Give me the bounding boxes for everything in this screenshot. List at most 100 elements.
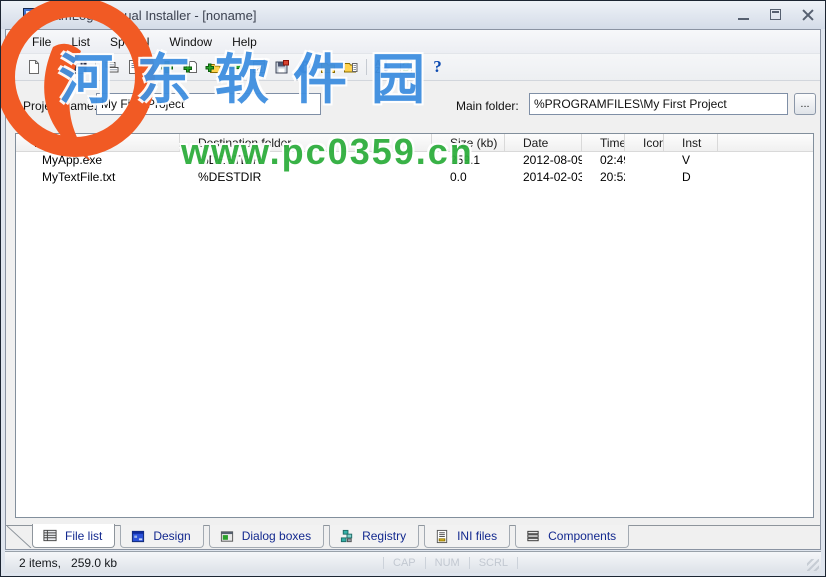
content-area: Project name: Main folder: ... Filename … [6, 81, 820, 525]
app-icon [23, 8, 38, 23]
resize-grip[interactable] [807, 559, 819, 571]
design-icon [130, 529, 146, 544]
scroll-lock-indicator: SCRL [469, 557, 518, 569]
open-project-icon [49, 59, 65, 75]
column-header-filename[interactable]: Filename [16, 134, 180, 151]
info-button[interactable] [293, 56, 316, 78]
project-name-label: Project name: [23, 99, 97, 113]
menu-special[interactable]: Special [100, 32, 159, 52]
tab-components[interactable]: Components [515, 525, 629, 548]
menu-window[interactable]: Window [159, 32, 222, 52]
toolbar-separator [421, 59, 422, 75]
folder-properties-icon [343, 59, 359, 75]
registry-icon [339, 529, 355, 544]
new-project-button[interactable] [22, 56, 45, 78]
tab-dialog-boxes[interactable]: Dialog boxes [209, 525, 324, 548]
folder-properties-button[interactable] [339, 56, 362, 78]
create-shortcut-button[interactable] [247, 56, 270, 78]
toolbar-separator [150, 59, 151, 75]
import-list-button[interactable] [123, 56, 146, 78]
status-bar: 2 items, 259.0 kb CAP NUM SCRL [5, 551, 821, 573]
main-folder-label: Main folder: [456, 99, 519, 113]
add-folder-button[interactable] [201, 56, 224, 78]
client-area: File List Special Window Help [5, 29, 821, 550]
column-header-icon[interactable]: Icon [625, 134, 664, 151]
cell-inst: D [664, 169, 718, 186]
window-title: SamLogic Visual Installer - [noname] [45, 8, 256, 23]
tab-ini-files[interactable]: INI files [424, 525, 510, 548]
column-header-time[interactable]: Time [582, 134, 625, 151]
column-header-inst[interactable]: Inst [664, 134, 718, 151]
file-list-icon [42, 528, 58, 543]
app-window: SamLogic Visual Installer - [noname] Fil… [0, 0, 826, 577]
tab-bar: File list Design Dialog boxes Registry I… [6, 525, 820, 549]
column-header-date[interactable]: Date [505, 134, 582, 151]
folder-icon [320, 59, 336, 75]
ini-files-icon [434, 529, 450, 544]
table-row[interactable]: MyTextFile.txt %DESTDIR 0.0 2014-02-03 2… [16, 169, 813, 186]
create-shortcut-icon [251, 59, 267, 75]
menu-file[interactable]: File [22, 32, 61, 52]
maximize-icon [770, 9, 781, 20]
tab-label: Registry [362, 529, 406, 543]
create-setup-button[interactable] [270, 56, 293, 78]
toolbar-separator [95, 59, 96, 75]
toolbar: AZ ? [6, 54, 820, 81]
table-header: Filename Destination folder Size (kb) Da… [16, 134, 813, 152]
add-button[interactable] [155, 56, 178, 78]
cell-size: 0.0 [432, 169, 505, 186]
browse-button[interactable]: ... [794, 93, 816, 115]
cell-date: 2014-02-03 [505, 169, 582, 186]
maximize-button[interactable] [767, 8, 785, 22]
cell-size: 259.1 [432, 152, 505, 169]
refresh-button[interactable] [394, 56, 417, 78]
caps-lock-indicator: CAP [383, 557, 425, 569]
help-button[interactable]: ? [426, 56, 449, 78]
cell-icon [625, 169, 664, 186]
table-row[interactable]: MyApp.exe %DESTDIR 259.1 2012-08-09 02:4… [16, 152, 813, 169]
menu-help[interactable]: Help [222, 32, 267, 52]
minimize-button[interactable] [735, 8, 753, 22]
open-project-button[interactable] [45, 56, 68, 78]
add-files-button[interactable] [178, 56, 201, 78]
remove-icon [228, 59, 244, 75]
column-header-spacer [718, 134, 813, 151]
tab-file-list[interactable]: File list [32, 524, 115, 548]
refresh-icon [398, 59, 414, 75]
file-list-table: Filename Destination folder Size (kb) Da… [15, 133, 814, 518]
menu-list[interactable]: List [61, 32, 100, 52]
num-lock-indicator: NUM [425, 557, 469, 569]
save-project-icon [72, 59, 88, 75]
tab-design[interactable]: Design [120, 525, 203, 548]
sort-az-icon: AZ [375, 60, 381, 74]
tab-registry[interactable]: Registry [329, 525, 419, 548]
project-name-input[interactable] [96, 93, 321, 115]
main-folder-input[interactable] [529, 93, 788, 115]
tab-label: INI files [457, 529, 497, 543]
menu-grip [12, 35, 16, 49]
components-icon [525, 529, 541, 544]
minimize-icon [738, 18, 749, 20]
close-button[interactable] [799, 8, 817, 22]
column-header-size[interactable]: Size (kb) [432, 134, 505, 151]
save-project-button[interactable] [68, 56, 91, 78]
column-header-destination[interactable]: Destination folder [180, 134, 432, 151]
import-list-icon [127, 59, 143, 75]
file-list-view-button[interactable] [100, 56, 123, 78]
cell-date: 2012-08-09 [505, 152, 582, 169]
folder-button[interactable] [316, 56, 339, 78]
cell-time: 20:52 [582, 169, 625, 186]
create-setup-icon [274, 59, 290, 75]
cell-destination: %DESTDIR [180, 169, 432, 186]
close-icon [801, 8, 815, 22]
tab-label: File list [65, 529, 102, 543]
sort-button[interactable]: AZ [371, 56, 394, 78]
tab-label: Components [548, 529, 616, 543]
cell-time: 02:49 [582, 152, 625, 169]
cell-icon [625, 152, 664, 169]
remove-button[interactable] [224, 56, 247, 78]
new-project-icon [26, 59, 42, 75]
dialog-boxes-icon [219, 529, 235, 544]
tab-strip-notch [7, 525, 33, 548]
toolbar-separator [366, 59, 367, 75]
